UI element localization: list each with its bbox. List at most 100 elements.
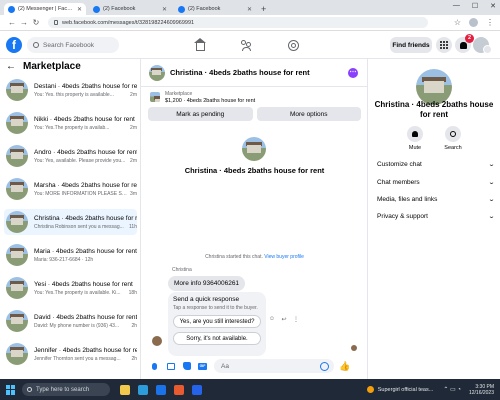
edge-icon[interactable] xyxy=(138,384,148,395)
conversation-info-icon[interactable]: ⋯ xyxy=(348,68,358,78)
listing-row[interactable]: Marketplace $1,200 · 4beds 2baths house … xyxy=(141,87,368,107)
taskbar-search[interactable]: Type here to search xyxy=(22,383,110,396)
maximize-icon[interactable]: ☐ xyxy=(472,2,478,10)
message-input[interactable] xyxy=(214,359,334,373)
conversation-time: 18h xyxy=(128,289,137,296)
thumbs-up-icon[interactable]: 👍 xyxy=(339,361,350,372)
customize-chat-section[interactable]: Customize chat ⌄ xyxy=(377,161,495,168)
emoji-icon[interactable] xyxy=(320,361,329,371)
browser-tab-bar: (2) Messenger | Facebook ✕ (2) Facebook … xyxy=(0,0,500,15)
conversation-item[interactable]: Maria · 4beds 2baths house for rent Maria… xyxy=(4,242,137,268)
conversation-item[interactable]: Nikki · 4beds 2baths house for rent You: … xyxy=(4,110,137,136)
image-icon[interactable] xyxy=(166,362,175,371)
chat-members-section[interactable]: Chat members ⌄ xyxy=(377,179,495,186)
close-window-icon[interactable]: ✕ xyxy=(490,2,496,10)
marketplace-label: Marketplace xyxy=(165,90,193,97)
search-icon xyxy=(33,42,39,48)
bookmark-icon[interactable]: ☆ xyxy=(454,18,461,27)
listing-thumbnail[interactable] xyxy=(149,64,165,81)
browser-menu-icon[interactable]: ⋮ xyxy=(486,18,494,27)
close-icon[interactable]: ✕ xyxy=(247,6,252,13)
conversation-item[interactable]: Jennifer · 4beds 2baths house for rent Je… xyxy=(4,341,137,367)
address-bar: ← → ↻ web.facebook.com/messages/t/328198… xyxy=(0,15,500,31)
news-ticker[interactable]: Supergirl official teas... xyxy=(378,387,434,393)
conversation-preview: You: Yes, available. Please provide you.… xyxy=(34,157,126,164)
app-icon[interactable] xyxy=(174,384,184,395)
chrome-icon[interactable] xyxy=(156,384,166,395)
tab-facebook-2[interactable]: (2) Facebook ✕ xyxy=(174,3,256,15)
browser-profile-icon[interactable] xyxy=(469,18,478,27)
url-field[interactable]: web.facebook.com/messages/t/328198224609… xyxy=(48,17,428,28)
section-label: Privacy & support xyxy=(377,213,428,220)
word-icon[interactable] xyxy=(192,384,202,395)
groups-nav-button[interactable] xyxy=(287,39,299,51)
listing-thumbnail xyxy=(6,112,28,134)
forward-icon[interactable]: → xyxy=(18,18,30,27)
conversation-preview: You: MORE INFORMATION PLEASE SE... xyxy=(34,190,129,197)
quick-reply-not-available[interactable]: Sorry, it's not available. xyxy=(173,332,261,345)
mute-button[interactable]: Mute xyxy=(400,126,430,151)
conversation-item[interactable]: Destani · 4beds 2baths house for rent You… xyxy=(4,77,137,103)
more-options-button[interactable]: More options xyxy=(256,107,361,121)
clock[interactable]: 3:30 PM 12/16/2023 xyxy=(469,384,494,396)
news-icon[interactable] xyxy=(366,386,374,393)
conversation-item[interactable]: David · 4beds 2baths house for rent David… xyxy=(4,308,137,334)
conversation-preview: You: Yes.The property is available. Ki..… xyxy=(34,289,121,296)
media-files-links-section[interactable]: Media, files and links ⌄ xyxy=(377,196,495,203)
chevron-down-icon: ⌄ xyxy=(487,214,496,220)
reload-icon[interactable]: ↻ xyxy=(30,18,42,27)
menu-button[interactable] xyxy=(436,37,452,53)
sender-name: Christina xyxy=(172,267,192,273)
privacy-support-section[interactable]: Privacy & support ⌄ xyxy=(377,213,496,220)
listing-thumbnail xyxy=(6,277,28,299)
close-icon[interactable]: ✕ xyxy=(77,6,82,13)
home-nav-button[interactable] xyxy=(194,37,206,51)
friends-nav-button[interactable] xyxy=(240,39,252,51)
conversation-item[interactable]: Marsha · 4beds 2baths house for rent You:… xyxy=(4,176,137,202)
facebook-header: f Search Facebook Find friends 2 xyxy=(0,31,500,59)
mark-pending-button[interactable]: Mark as pending xyxy=(148,107,253,121)
search-input[interactable]: Search Facebook xyxy=(27,37,119,53)
windows-start-icon[interactable] xyxy=(6,384,16,395)
reply-icon[interactable]: ↩ xyxy=(280,316,288,323)
conversation-item[interactable]: Christina · 4beds 2baths house for rent C… xyxy=(4,209,137,235)
close-icon[interactable]: ✕ xyxy=(162,6,167,13)
more-icon[interactable]: ⋮ xyxy=(292,316,300,323)
chat-title[interactable]: Christina · 4beds 2baths house for rent xyxy=(170,68,310,77)
notifications-button[interactable]: 2 xyxy=(455,34,474,53)
search-conversation-button[interactable]: Search xyxy=(438,126,468,151)
quick-response-card: Send a quick response Tap a response to … xyxy=(168,292,266,356)
tab-facebook-1[interactable]: (2) Facebook ✕ xyxy=(89,3,171,15)
system-tray-icons[interactable]: ⌃ ▭ ◔ xyxy=(443,386,461,393)
facebook-logo-icon[interactable]: f xyxy=(6,37,22,53)
new-tab-button[interactable]: + xyxy=(261,4,266,14)
quick-reply-still-interested[interactable]: Yes, are you still interested? xyxy=(173,315,261,328)
minimize-icon[interactable]: — xyxy=(453,2,460,10)
view-buyer-profile-link[interactable]: View buyer profile xyxy=(264,254,304,260)
back-icon[interactable]: ← xyxy=(6,18,18,27)
conversation-time: 2h xyxy=(131,322,137,329)
conversation-preview: You: Yes. this property is available... xyxy=(34,91,114,98)
sticker-icon[interactable] xyxy=(182,362,191,371)
sender-avatar[interactable] xyxy=(152,336,162,346)
mute-bell-icon xyxy=(412,131,418,137)
conversation-item[interactable]: Andro · 4beds 2baths house for rent You: … xyxy=(4,143,137,169)
facebook-favicon-icon xyxy=(93,5,100,13)
home-icon xyxy=(194,37,206,51)
info-title: Christina · 4beds 2baths house for rent xyxy=(374,100,494,119)
conversation-item[interactable]: Yesi · 4beds 2baths house for rent You: Y… xyxy=(4,275,137,301)
gif-icon[interactable]: GIF xyxy=(198,362,207,371)
file-explorer-icon[interactable] xyxy=(120,384,130,395)
back-arrow-icon[interactable]: ← xyxy=(6,61,16,72)
account-avatar[interactable] xyxy=(473,37,492,54)
search-icon xyxy=(450,131,456,137)
tab-messenger[interactable]: (2) Messenger | Facebook ✕ xyxy=(4,3,86,15)
conversation-time: 2m xyxy=(130,124,137,131)
conversation-preview: Jennifer Thornton sent you a messag... xyxy=(34,355,121,362)
microphone-icon[interactable] xyxy=(150,362,159,371)
message-bubble[interactable]: More info 9364006261 xyxy=(168,276,246,291)
windows-taskbar: Type here to search Supergirl official t… xyxy=(0,379,500,400)
find-friends-button[interactable]: Find friends xyxy=(390,37,432,53)
message-actions: ☺ ↩ ⋮ xyxy=(268,316,300,323)
react-icon[interactable]: ☺ xyxy=(268,316,276,323)
